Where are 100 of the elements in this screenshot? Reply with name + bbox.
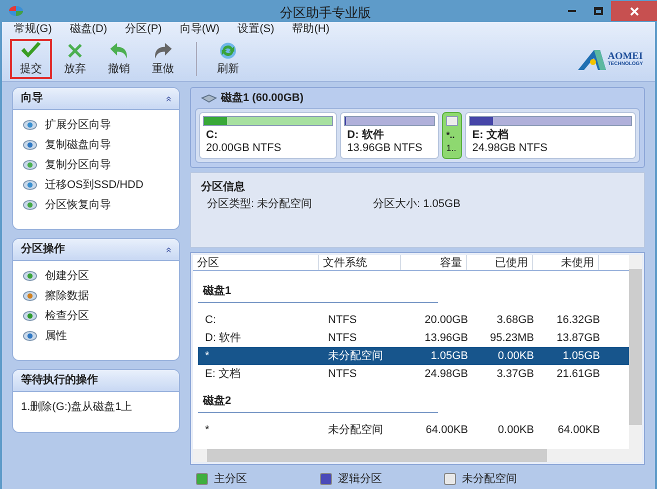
- close-button[interactable]: [611, 1, 657, 21]
- partition-detail: 13.96GB NTFS: [346, 142, 424, 155]
- partition-name: C:: [205, 129, 219, 142]
- pending-operation: 1.删除(G:)盘从磁盘1上: [20, 400, 134, 415]
- table-cell-text: C:: [204, 312, 217, 328]
- table-row[interactable]: * 未分配空间 64.00KB 0.00KB 64.00KB: [198, 421, 629, 439]
- table-cell-text: *: [204, 348, 210, 364]
- logo-name: AOMEI: [608, 52, 643, 62]
- table-cell-text: 21.61GB: [556, 366, 601, 382]
- column-header[interactable]: 已使用: [467, 255, 533, 270]
- column-header[interactable]: 文件系统: [319, 255, 401, 270]
- partition-type: 分区类型: 未分配空间: [207, 196, 314, 212]
- toolbar-button[interactable]: 重做: [142, 39, 184, 79]
- table-cell-text: 未分配空间: [327, 422, 384, 438]
- legend-label: 未分配空间: [462, 472, 517, 487]
- sidebar-item[interactable]: 复制磁盘向导: [13, 135, 179, 155]
- disk-icon: [23, 330, 37, 342]
- redo-arrow-icon: [152, 41, 174, 60]
- undo-arrow-icon: [108, 41, 130, 60]
- disk-icon: [23, 310, 37, 322]
- panel-title: 向导: [21, 90, 43, 106]
- close-icon: [630, 6, 638, 16]
- toolbar-button[interactable]: 提交: [10, 39, 52, 79]
- table-cell-text: 20.00GB: [424, 312, 469, 328]
- table-cell-text: NTFS: [327, 312, 358, 328]
- logo-icon: [578, 48, 606, 70]
- partition-name: D: 软件: [346, 129, 385, 142]
- sidebar-item[interactable]: 迁移OS到SSD/HDD: [13, 175, 179, 195]
- partition-block[interactable]: C: 20.00GB NTFS: [199, 112, 338, 159]
- partition-block[interactable]: D: 软件 13.96GB NTFS: [340, 112, 440, 159]
- table-row[interactable]: E: 文档 NTFS 24.98GB 3.37GB 21.61GB: [198, 365, 629, 383]
- disk-icon: [23, 199, 37, 211]
- table-cell-text: 3.37GB: [496, 366, 535, 382]
- disk-icon: [23, 119, 37, 131]
- table-cell-text: 未分配空间: [327, 348, 384, 364]
- table-cell-text: 16.32GB: [556, 312, 601, 328]
- disk-icon: [23, 290, 37, 302]
- sidebar-item[interactable]: 扩展分区向导: [13, 115, 179, 135]
- table-cell-text: 1.05GB: [562, 348, 601, 364]
- table-cell-text: *: [204, 422, 210, 438]
- disk-icon: [23, 179, 37, 191]
- menu-item[interactable]: 常规(G): [14, 21, 52, 38]
- sidebar-item[interactable]: 分区恢复向导: [13, 195, 179, 215]
- partition-name: E: 文档: [471, 129, 510, 142]
- column-header[interactable]: 分区: [193, 255, 319, 270]
- table-cell-text: 64.00KB: [424, 422, 469, 438]
- toolbar-button[interactable]: 撤销: [98, 39, 140, 79]
- table-cell-text: 95.23MB: [488, 330, 535, 346]
- menu-item[interactable]: 磁盘(D): [70, 21, 108, 38]
- table-row[interactable]: D: 软件 NTFS 13.96GB 95.23MB 13.87GB: [198, 329, 629, 347]
- table-cell-text: NTFS: [327, 330, 358, 346]
- collapse-button[interactable]: «: [163, 96, 174, 102]
- partition-block[interactable]: *.. 1..: [442, 112, 462, 159]
- table-cell-text: D: 软件: [204, 330, 242, 346]
- toolbar-button[interactable]: 刷新: [207, 39, 249, 79]
- menu-item[interactable]: 向导(W): [180, 21, 220, 38]
- table-row[interactable]: C: NTFS 20.00GB 3.68GB 16.32GB: [198, 311, 629, 329]
- menu-item[interactable]: 帮助(H): [292, 21, 330, 38]
- panel-title: 分区操作: [21, 242, 65, 258]
- refresh-icon: [217, 41, 239, 60]
- partition-detail: 1..: [446, 142, 458, 155]
- sidebar-item[interactable]: 检查分区: [13, 306, 179, 326]
- table-cell-text: 0.00KB: [496, 348, 535, 364]
- sidebar-item[interactable]: 复制分区向导: [13, 155, 179, 175]
- table-cell-text: 1.05GB: [430, 348, 469, 364]
- table-cell-text: 0.00KB: [496, 422, 535, 438]
- table-cell-text: E: 文档: [204, 366, 242, 382]
- partition-block[interactable]: E: 文档 24.98GB NTFS: [465, 112, 636, 159]
- horizontal-scrollbar[interactable]: [193, 449, 642, 462]
- vertical-scrollbar[interactable]: [629, 255, 642, 449]
- table-cell-text: 13.87GB: [556, 330, 601, 346]
- collapse-button[interactable]: «: [163, 246, 174, 252]
- sidebar-item[interactable]: 创建分区: [13, 266, 179, 286]
- sidebar-item[interactable]: 属性: [13, 326, 179, 346]
- table-cell-text: NTFS: [327, 366, 358, 382]
- partition-name: *..: [446, 129, 456, 142]
- app-logo-icon: [8, 5, 24, 17]
- window-title: 分区助手专业版: [280, 4, 371, 22]
- panel-title: 等待执行的操作: [21, 372, 98, 388]
- disk-group-heading: 磁盘1: [198, 283, 438, 303]
- disk-icon: [23, 139, 37, 151]
- usage-bar-track: [446, 116, 458, 126]
- legend-label: 主分区: [214, 472, 247, 487]
- column-header[interactable]: 容量: [401, 255, 467, 270]
- checkmark-icon: [19, 41, 43, 60]
- legend-label: 逻辑分区: [338, 472, 382, 487]
- disk-title: 磁盘1 (60.00GB): [221, 90, 304, 106]
- info-title: 分区信息: [201, 180, 246, 195]
- table-cell-text: 24.98GB: [424, 366, 469, 382]
- table-cell-text: 3.68GB: [496, 312, 535, 328]
- menu-item[interactable]: 设置(S): [238, 21, 274, 38]
- table-row[interactable]: * 未分配空间 1.05GB 0.00KB 1.05GB: [198, 347, 629, 365]
- partition-size: 分区大小: 1.05GB: [373, 196, 460, 212]
- column-header[interactable]: 未使用: [533, 255, 599, 270]
- table-cell-text: 13.96GB: [424, 330, 469, 346]
- sidebar-item[interactable]: 擦除数据: [13, 286, 179, 306]
- menu-item[interactable]: 分区(P): [125, 21, 162, 38]
- table-cell-text: 64.00KB: [556, 422, 601, 438]
- partition-detail: 20.00GB NTFS: [205, 142, 282, 155]
- toolbar-button[interactable]: 放弃: [54, 39, 96, 79]
